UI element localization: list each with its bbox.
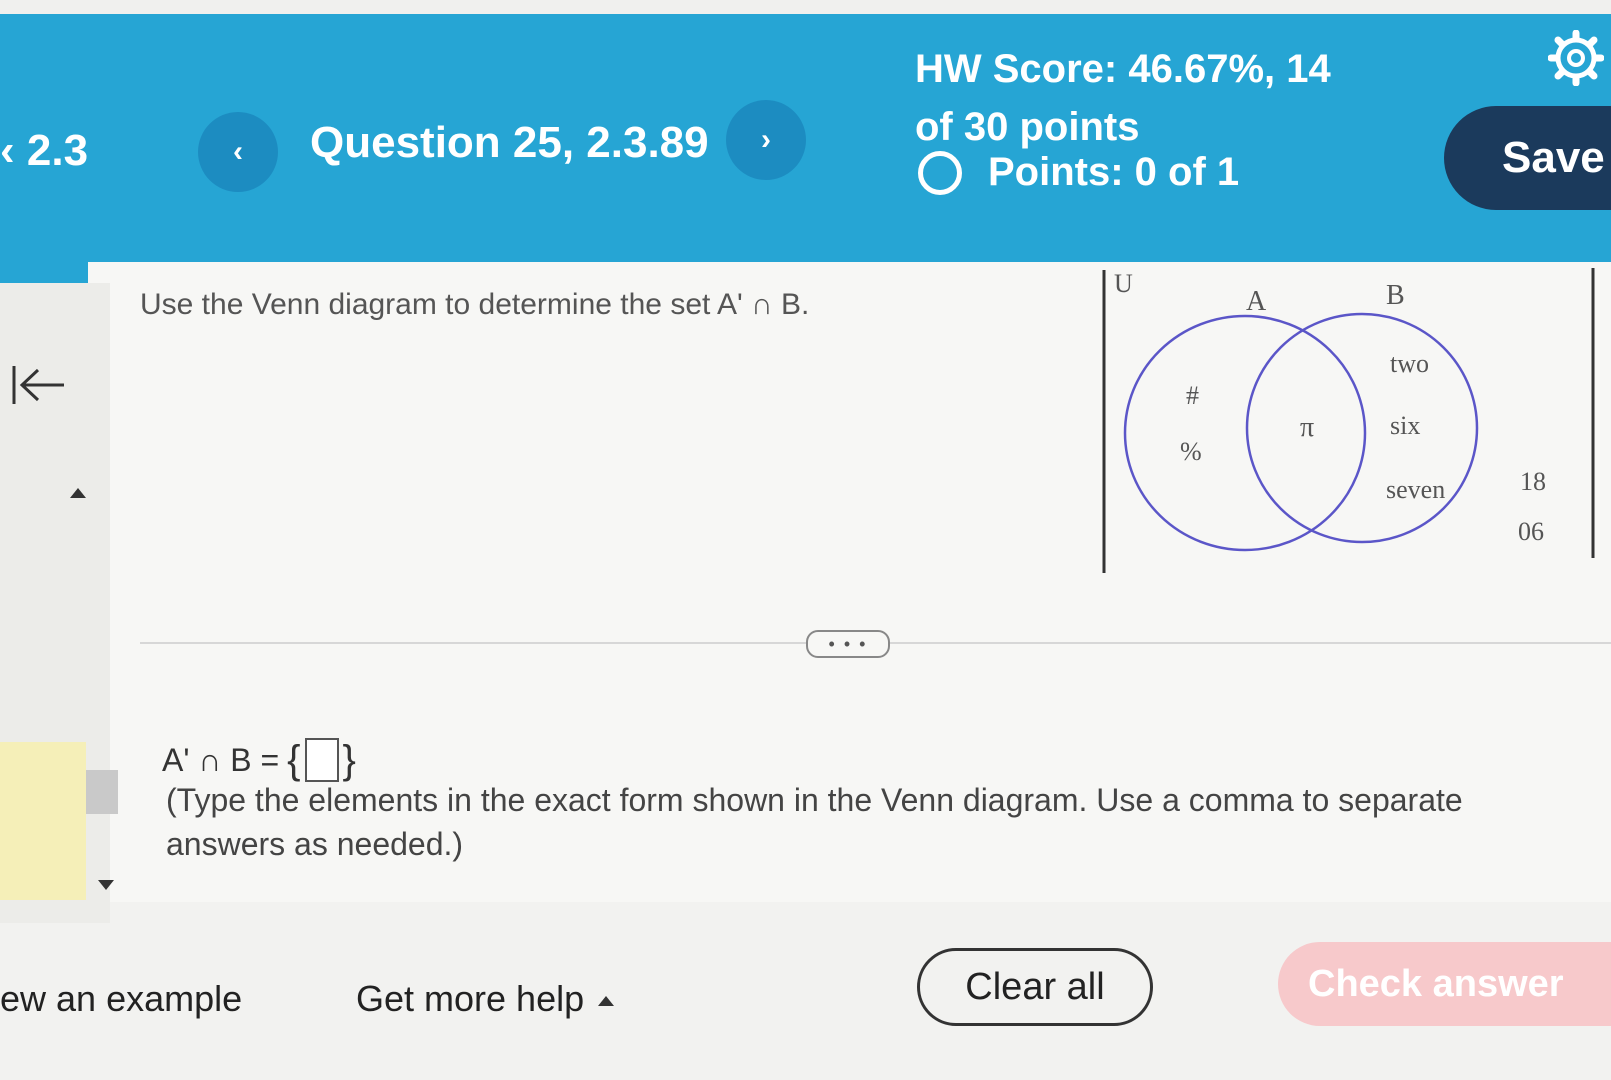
save-button[interactable]: Save: [1444, 106, 1611, 210]
previous-question-button[interactable]: ‹: [198, 112, 278, 192]
top-strip: [0, 0, 1611, 14]
caret-up-icon: [598, 996, 615, 1007]
universe-label: U: [1114, 269, 1133, 298]
collapse-sidebar-icon[interactable]: [8, 360, 68, 410]
answer-instructions: (Type the elements in the exact form sho…: [166, 782, 1463, 862]
hw-score: HW Score: 46.67%, 14 of 30 points: [915, 47, 1331, 149]
answer-row: A' ∩ B = { }: [162, 738, 356, 782]
outside-element: 18: [1520, 467, 1546, 496]
clear-all-button[interactable]: Clear all: [917, 948, 1153, 1026]
chevron-right-icon: ›: [761, 123, 771, 156]
b-only-element: seven: [1386, 475, 1445, 504]
answer-input[interactable]: [304, 738, 339, 782]
outside-element: 06: [1518, 517, 1544, 546]
check-answer-button[interactable]: Check answer: [1278, 942, 1611, 1026]
view-example-link[interactable]: ew an example: [0, 978, 242, 1020]
set-a-label: A: [1246, 286, 1267, 317]
get-more-help-button[interactable]: Get more help: [356, 978, 615, 1020]
status-circle-icon: [918, 150, 962, 195]
set-b-label: B: [1386, 280, 1405, 311]
gear-icon[interactable]: [1548, 30, 1604, 86]
scrollbar-thumb[interactable]: [86, 770, 118, 814]
chevron-left-icon: ‹: [233, 135, 243, 168]
more-button[interactable]: • • •: [806, 630, 890, 658]
scroll-down-icon[interactable]: [98, 880, 114, 890]
next-question-button[interactable]: ›: [726, 100, 806, 180]
answer-expression: A' ∩ B =: [162, 741, 280, 778]
question-prompt: Use the Venn diagram to determine the se…: [140, 288, 810, 321]
a-only-element: #: [1186, 381, 1199, 410]
points-status: Points: 0 of 1: [918, 150, 1239, 195]
b-only-element: six: [1390, 411, 1420, 440]
set-b-circle: [1245, 312, 1479, 544]
section-label: ‹ 2.3: [0, 126, 89, 175]
get-more-help-label: Get more help: [356, 978, 585, 1019]
scroll-up-icon[interactable]: [70, 488, 86, 498]
question-title: Question 25, 2.3.89: [310, 118, 709, 167]
venn-diagram: U A B # % π two six seven 18 06: [1102, 268, 1595, 573]
close-brace: }: [342, 738, 356, 782]
b-only-element: two: [1390, 349, 1429, 378]
intersection-element: π: [1300, 412, 1314, 443]
sidebar-highlight: [0, 742, 86, 900]
open-brace: {: [287, 738, 301, 782]
points-label: Points: 0 of 1: [988, 150, 1240, 194]
a-only-element: %: [1180, 437, 1202, 466]
set-a-circle: [1123, 314, 1367, 552]
